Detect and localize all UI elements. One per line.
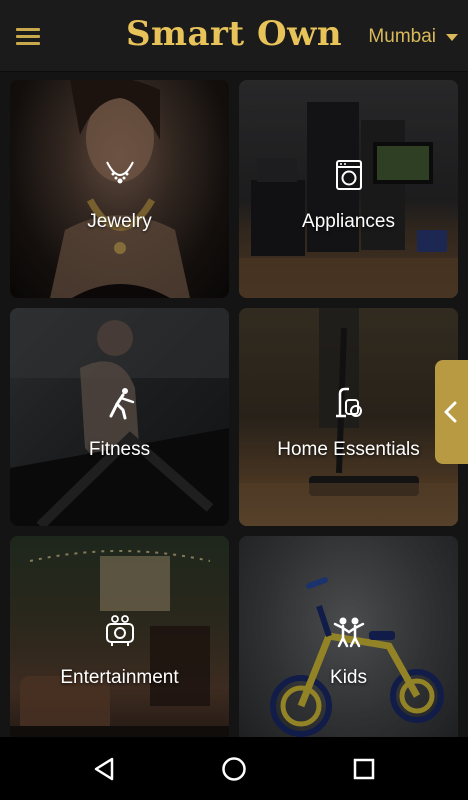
category-label: Jewelry [87,211,152,232]
back-button[interactable] [88,753,120,785]
city-selector[interactable]: Mumbai [368,24,458,50]
category-tile-kids[interactable]: Kids [239,536,458,737]
back-triangle-icon [94,757,114,781]
projector-icon [105,615,134,646]
home-circle-icon [222,757,246,781]
category-label: Appliances [302,211,395,232]
category-label: Fitness [88,439,151,460]
recents-square-icon [353,758,375,780]
home-button[interactable] [218,753,250,785]
category-label: Kids [330,667,367,688]
system-nav-bar [0,737,468,800]
vacuum-cleaner-icon [335,387,362,418]
category-tile-home-essentials[interactable]: Home Essentials [239,308,458,526]
exercise-icon [109,388,134,420]
side-drawer-handle[interactable] [435,360,468,464]
recents-button[interactable] [348,753,380,785]
washing-machine-icon [335,160,362,190]
category-tile-appliances[interactable]: Appliances [239,80,458,298]
children-icon [333,617,364,648]
city-label: Mumbai [368,26,436,47]
necklace-icon [105,161,134,184]
category-label: Home Essentials [277,439,420,460]
category-tile-jewelry[interactable]: Jewelry [10,80,229,298]
category-label: Entertainment [60,667,179,688]
category-grid: Jewelry Appliances Fitness Home Essentia… [0,72,468,737]
category-tile-fitness[interactable]: Fitness [10,308,229,526]
chevron-left-icon [444,401,457,423]
dropdown-caret-icon [446,33,458,41]
app-bar: Smart Own Mumbai [0,0,468,72]
category-tile-entertainment[interactable]: Entertainment [10,536,229,737]
